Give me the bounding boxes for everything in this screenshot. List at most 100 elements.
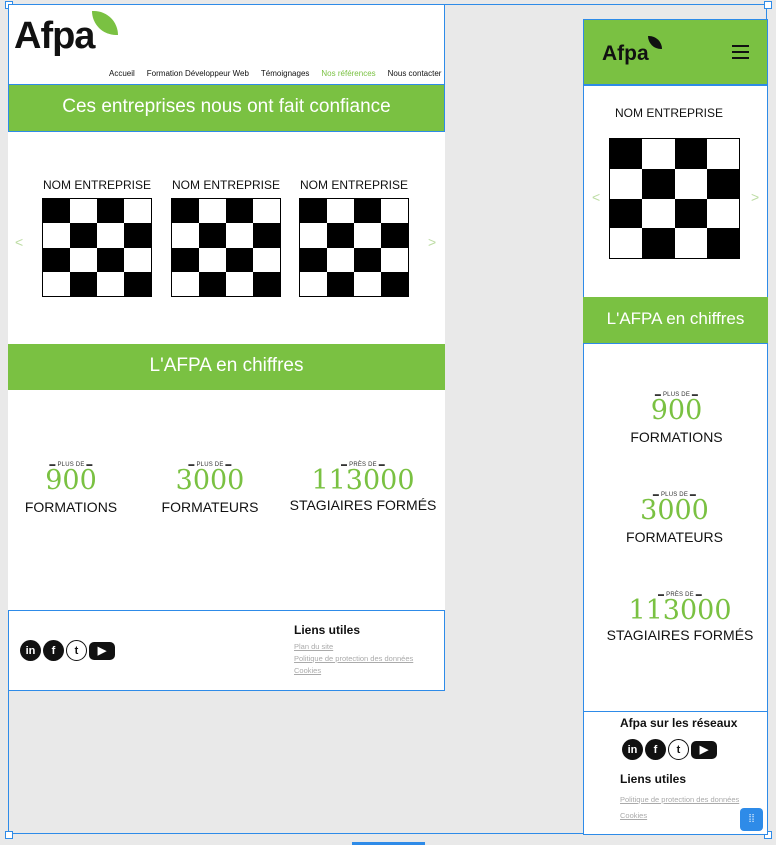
stat-label: FORMATIONS: [630, 429, 723, 445]
social-links: in f t ▶: [20, 640, 117, 661]
nav-item-formation[interactable]: Formation Développeur Web: [147, 69, 249, 78]
useful-links: Politique de protection des données Cook…: [620, 794, 739, 822]
stat-value: 900: [45, 465, 97, 496]
checker-cell: [226, 223, 253, 247]
facebook-icon[interactable]: f: [645, 739, 666, 760]
checker-cell: [253, 271, 280, 296]
link-privacy[interactable]: Politique de protection des données: [620, 794, 739, 806]
stat-value: 113000: [311, 465, 415, 496]
checker-cell: [253, 199, 280, 223]
stat-label: STAGIAIRES FORMÉS: [606, 627, 754, 643]
checker-cell: [642, 168, 675, 199]
checker-cell: [706, 168, 739, 199]
linkedin-icon[interactable]: in: [20, 640, 41, 661]
checker-cell: [124, 223, 151, 248]
youtube-icon[interactable]: ▶: [691, 740, 717, 759]
numbers-title: L'AFPA en chiffres: [606, 309, 745, 328]
link-sitemap[interactable]: Plan du site: [294, 641, 413, 653]
useful-links-title: Liens utiles: [294, 623, 361, 637]
main-nav: Accueil Formation Développeur Web Témoigna…: [109, 63, 441, 81]
useful-links: Liens utiles Plan du site Politique de p…: [294, 623, 413, 677]
carousel-prev-icon[interactable]: <: [592, 189, 600, 205]
carousel-next-icon[interactable]: >: [428, 234, 436, 250]
checker-cell: [300, 223, 327, 247]
checker-cell: [97, 223, 124, 247]
grid-menu-icon[interactable]: ⁞⁞: [740, 808, 763, 831]
link-privacy[interactable]: Politique de protection des données: [294, 653, 413, 665]
company-logo-placeholder: [299, 198, 409, 297]
linkedin-icon[interactable]: in: [622, 739, 643, 760]
checker-cell: [675, 228, 707, 258]
link-cookies[interactable]: Cookies: [294, 665, 413, 677]
checker-cell: [70, 199, 97, 223]
hamburger-menu-icon[interactable]: [732, 45, 749, 59]
stat-formations: ▬ PLUS DE ▬ 900 FORMATIONS: [604, 392, 749, 445]
checker-cell: [354, 199, 381, 224]
checker-cell: [610, 228, 642, 258]
carousel-prev-icon[interactable]: <: [15, 234, 23, 250]
nav-item-contact[interactable]: Nous contacter: [388, 69, 442, 78]
company-card[interactable]: NOM ENTREPRISE: [42, 178, 152, 297]
checker-cell: [199, 223, 226, 248]
company-logo-placeholder: [42, 198, 152, 297]
company-card[interactable]: NOM ENTREPRISE: [171, 178, 281, 297]
facebook-icon[interactable]: f: [43, 640, 64, 661]
checker-cell: [226, 272, 253, 296]
checker-cell: [327, 271, 354, 296]
stat-formateurs: ▬ PLUS DE ▬ 3000 FORMATEURS: [602, 492, 747, 545]
checker-cell: [354, 223, 381, 247]
afpa-logo[interactable]: Afpa: [602, 36, 664, 68]
youtube-icon[interactable]: ▶: [89, 641, 115, 660]
company-card[interactable]: NOM ENTREPRISE: [299, 178, 409, 297]
checker-cell: [327, 199, 354, 223]
references-title: Ces entreprises nous ont fait confiance: [62, 96, 391, 117]
mobile-stats: ▬ PLUS DE ▬ 900 FORMATIONS ▬ PLUS DE ▬ 3…: [583, 343, 768, 713]
checker-cell: [172, 247, 199, 272]
stat-formateurs: ▬ PLUS DE ▬ 3000 FORMATEURS: [150, 462, 270, 515]
afpa-logo[interactable]: Afpa: [14, 11, 119, 61]
checker-cell: [381, 248, 408, 272]
stat-stagiaires: ▬ PRÈS DE ▬ 113000 STAGIAIRES FORMÉS: [596, 592, 764, 643]
resize-handle[interactable]: [764, 1, 772, 9]
checker-cell: [707, 139, 739, 169]
mobile-references: NOM ENTREPRISE < >: [583, 85, 768, 300]
leaf-icon: [648, 36, 662, 49]
checker-cell: [124, 199, 151, 223]
checker-cell: [124, 248, 151, 272]
company-name: NOM ENTREPRISE: [171, 178, 280, 192]
desktop-header: Afpa Accueil Formation Développeur Web Tém…: [8, 4, 445, 85]
link-cookies[interactable]: Cookies: [620, 810, 739, 822]
nav-item-references[interactable]: Nos références: [321, 69, 375, 78]
checker-cell: [674, 139, 707, 169]
twitter-icon[interactable]: t: [668, 739, 689, 760]
nav-item-temoignages[interactable]: Témoignages: [261, 69, 309, 78]
mobile-footer: Afpa sur les réseaux in f t ▶ Liens util…: [583, 711, 768, 835]
stat-label: STAGIAIRES FORMÉS: [289, 497, 437, 513]
checker-cell: [124, 271, 151, 296]
references-banner: Ces entreprises nous ont fait confiance: [8, 84, 445, 132]
resize-handle[interactable]: [5, 831, 13, 839]
company-logo-placeholder[interactable]: [609, 138, 740, 259]
desktop-footer: in f t ▶ Liens utiles Plan du site Polit…: [8, 610, 445, 691]
nav-item-accueil[interactable]: Accueil: [109, 69, 135, 78]
checker-cell: [97, 199, 124, 224]
stat-value: 113000: [628, 595, 732, 626]
checker-cell: [43, 199, 70, 224]
stat-label: FORMATEURS: [626, 529, 723, 545]
checker-cell: [97, 247, 124, 272]
carousel-next-icon[interactable]: >: [751, 189, 759, 205]
checker-cell: [70, 271, 97, 296]
checker-cell: [674, 198, 707, 229]
company-logo-placeholder: [171, 198, 281, 297]
twitter-icon[interactable]: t: [66, 640, 87, 661]
checker-cell: [43, 247, 70, 272]
social-title: Afpa sur les réseaux: [620, 716, 738, 730]
checker-cell: [70, 248, 97, 272]
checker-cell: [610, 169, 642, 199]
checker-cell: [97, 272, 124, 296]
checker-cell: [253, 248, 280, 272]
checker-cell: [300, 272, 327, 296]
checker-cell: [381, 271, 408, 296]
stat-value: 3000: [175, 465, 245, 496]
checker-cell: [354, 247, 381, 272]
